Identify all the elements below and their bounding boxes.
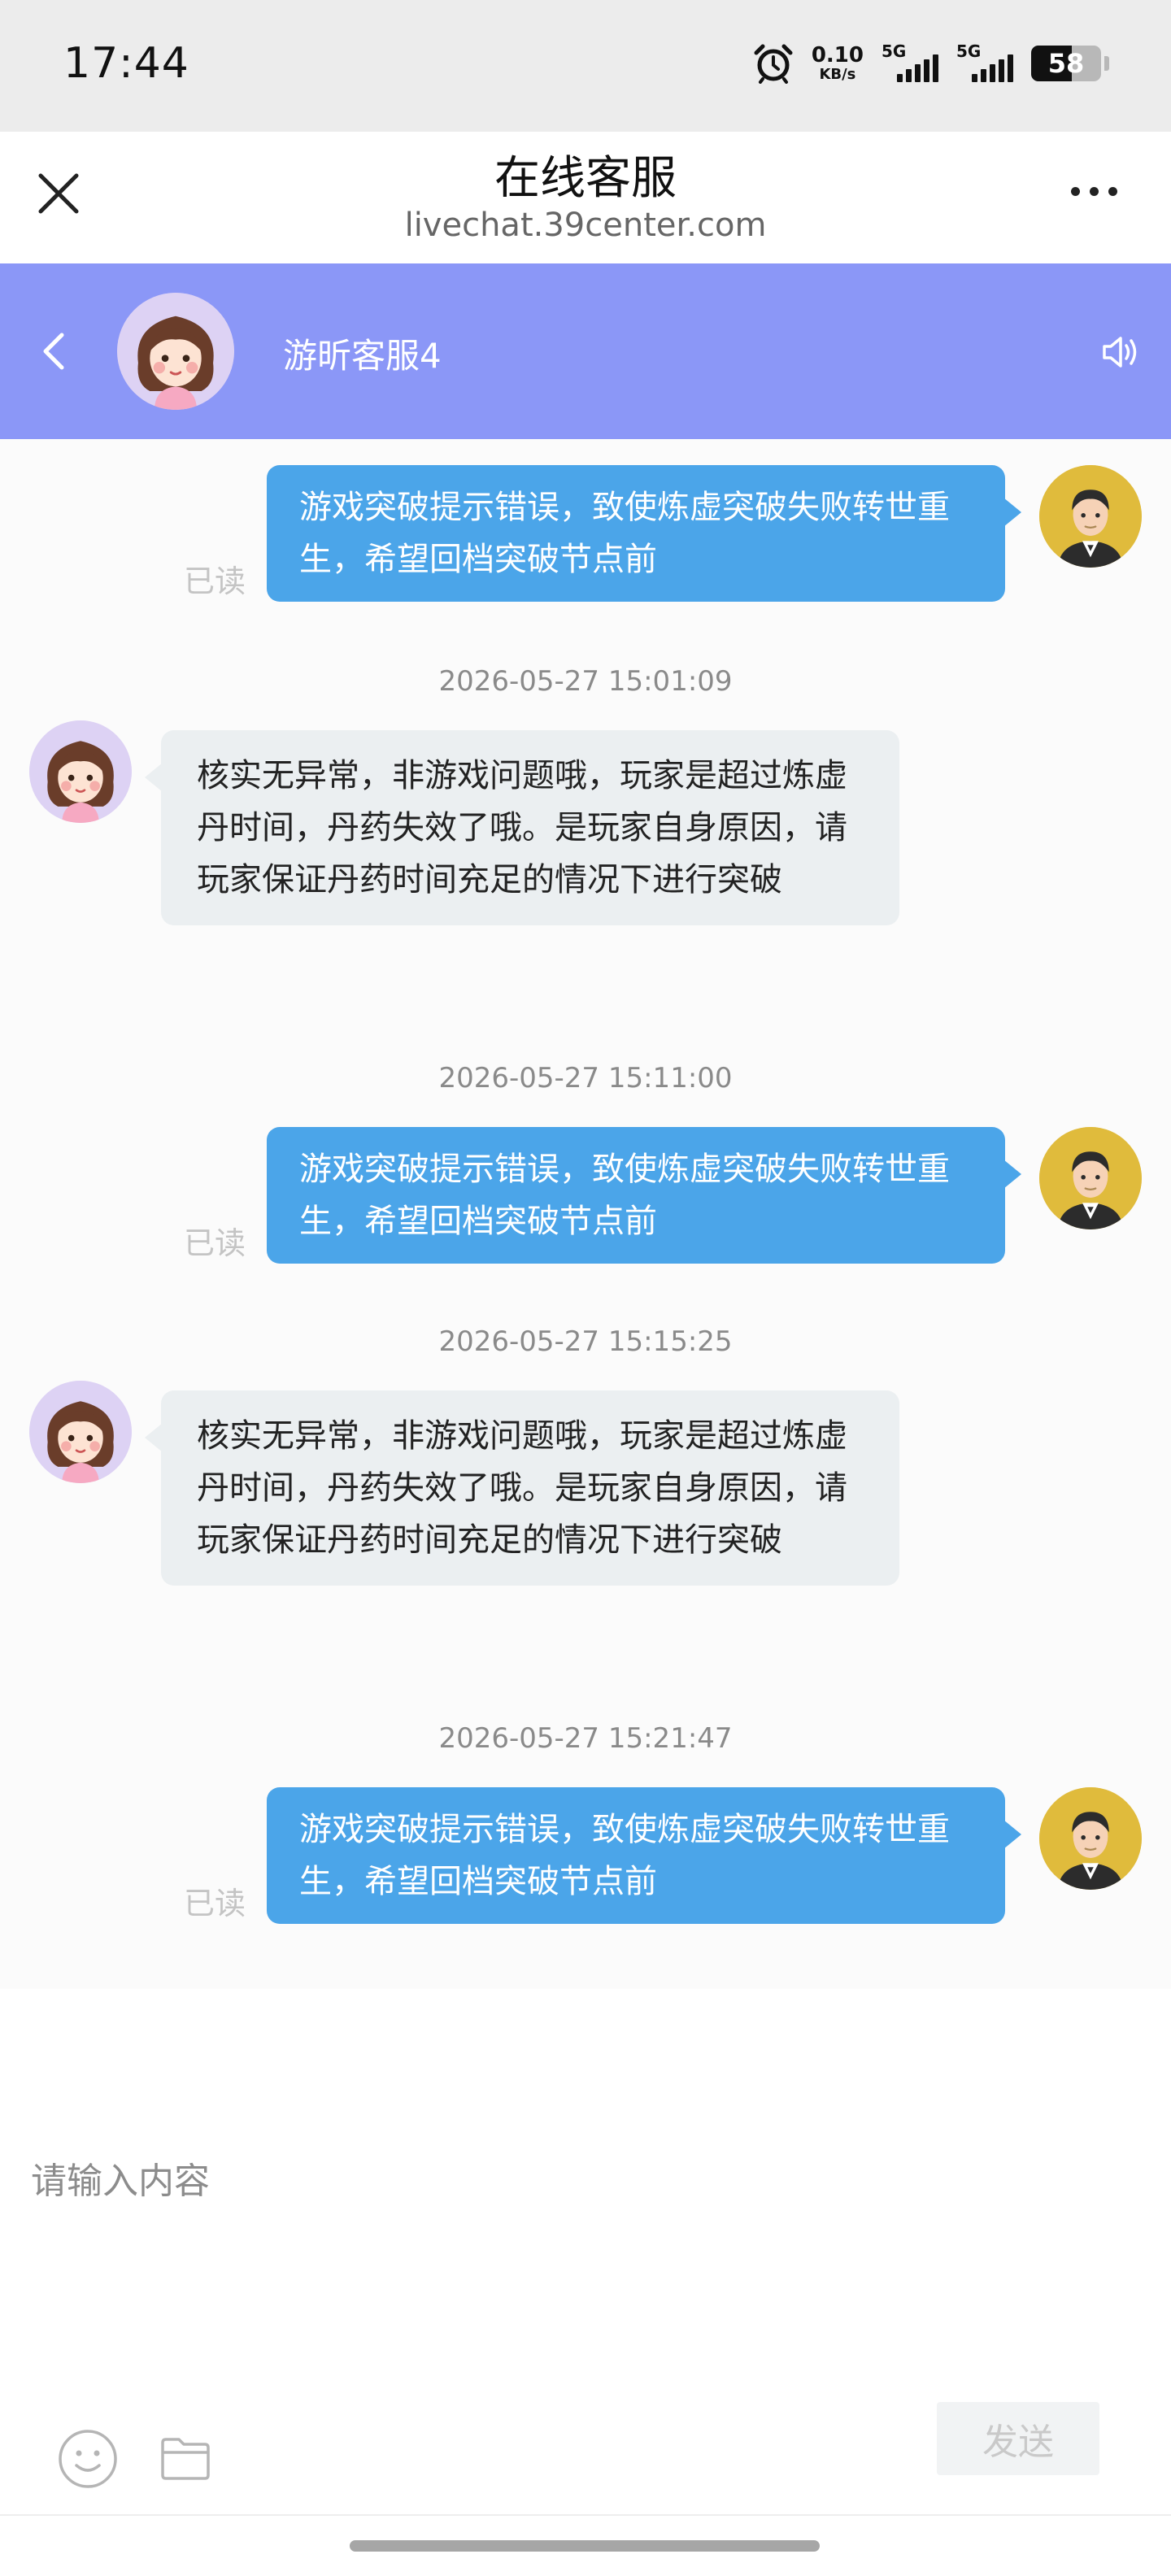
user-avatar[interactable] bbox=[1039, 465, 1142, 568]
signal-bars bbox=[897, 54, 938, 82]
alarm-icon bbox=[754, 44, 793, 84]
battery-tip bbox=[1104, 56, 1109, 71]
folder-icon[interactable] bbox=[159, 2435, 211, 2482]
agent-avatar-image bbox=[117, 293, 234, 410]
message-timestamp: 2026-05-27 15:21:47 bbox=[438, 1722, 733, 1755]
status-bar: 17:44 0.10 KB/s 5G 5G 58 bbox=[0, 0, 1171, 132]
agent-avatar[interactable] bbox=[29, 1381, 132, 1483]
agent-avatar-image bbox=[29, 1381, 132, 1483]
agent-avatar[interactable] bbox=[29, 720, 132, 823]
message-timestamp: 2026-05-27 15:15:25 bbox=[438, 1325, 733, 1358]
read-status: 已读 bbox=[184, 1886, 246, 1921]
message-timestamp: 2026-05-27 15:01:09 bbox=[438, 665, 733, 698]
speaker-icon[interactable] bbox=[1101, 332, 1143, 372]
back-icon[interactable] bbox=[37, 332, 70, 371]
user-avatar-image bbox=[1039, 1127, 1142, 1229]
user-avatar[interactable] bbox=[1039, 1127, 1142, 1229]
message-composer: 发送 bbox=[0, 1989, 1171, 2576]
status-time: 17:44 bbox=[63, 39, 189, 88]
agent-name: 游昕客服4 bbox=[283, 336, 442, 376]
chat-messages: 游戏突破提示错误，致使炼虚突破失败转世重生，希望回档突破节点前 已读 2026-… bbox=[0, 439, 1171, 1989]
home-indicator[interactable] bbox=[350, 2540, 820, 2552]
divider bbox=[0, 2514, 1171, 2516]
battery-level: 58 bbox=[1047, 48, 1085, 79]
signal-bars bbox=[972, 54, 1013, 82]
signal-icon-sim2: 5G bbox=[956, 41, 1013, 85]
network-speed: 0.10 KB/s bbox=[812, 45, 864, 82]
incoming-message[interactable]: 核实无异常，非游戏问题哦，玩家是超过炼虚丹时间，丹药失效了哦。是玩家自身原因，请… bbox=[145, 1390, 899, 1586]
read-status: 已读 bbox=[184, 1225, 246, 1261]
outgoing-message[interactable]: 游戏突破提示错误，致使炼虚突破失败转世重生，希望回档突破节点前 bbox=[267, 465, 1021, 602]
user-avatar[interactable] bbox=[1039, 1787, 1142, 1890]
status-icons: 0.10 KB/s 5G 5G 58 bbox=[753, 39, 1109, 88]
signal-icon-sim1: 5G bbox=[882, 41, 938, 85]
battery-icon: 58 bbox=[1031, 46, 1101, 81]
agent-avatar-image bbox=[29, 720, 132, 823]
read-status: 已读 bbox=[184, 564, 246, 599]
message-input[interactable] bbox=[31, 2148, 1137, 2213]
page-title: 在线客服 bbox=[494, 152, 677, 205]
incoming-message[interactable]: 核实无异常，非游戏问题哦，玩家是超过炼虚丹时间，丹药失效了哦。是玩家自身原因，请… bbox=[145, 730, 899, 925]
user-avatar-image bbox=[1039, 465, 1142, 568]
message-timestamp: 2026-05-27 15:11:00 bbox=[438, 1062, 733, 1094]
network-speed-value: 0.10 bbox=[811, 43, 864, 67]
emoji-icon[interactable] bbox=[57, 2428, 119, 2490]
user-avatar-image bbox=[1039, 1787, 1142, 1890]
agent-avatar[interactable] bbox=[117, 293, 234, 410]
chat-header: 游昕客服4 bbox=[0, 263, 1171, 439]
page-url: livechat.39center.com bbox=[404, 207, 767, 244]
outgoing-message[interactable]: 游戏突破提示错误，致使炼虚突破失败转世重生，希望回档突破节点前 bbox=[267, 1127, 1021, 1264]
outgoing-message[interactable]: 游戏突破提示错误，致使炼虚突破失败转世重生，希望回档突破节点前 bbox=[267, 1787, 1021, 1924]
more-icon[interactable] bbox=[1071, 187, 1117, 196]
send-button[interactable]: 发送 bbox=[937, 2402, 1099, 2475]
network-speed-unit: KB/s bbox=[819, 66, 856, 83]
